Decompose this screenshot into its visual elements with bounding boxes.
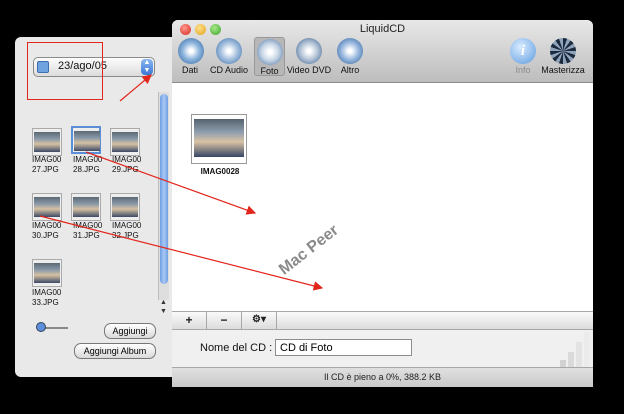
annotation-arrow [119,74,152,102]
annotation-arrow [39,215,324,291]
annotation-arrow [85,151,257,215]
annotation-arrows [39,74,324,291]
